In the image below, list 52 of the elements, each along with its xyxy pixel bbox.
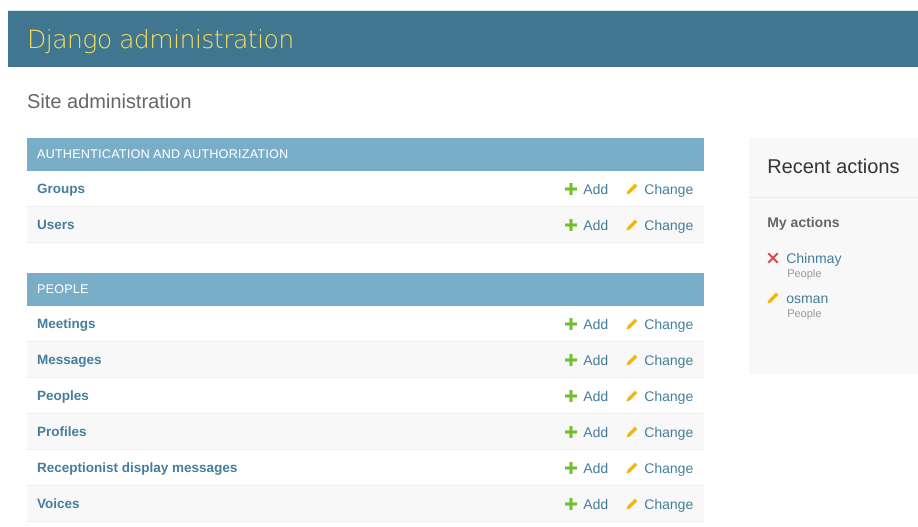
change-link[interactable]: Change xyxy=(626,352,694,368)
plus-icon xyxy=(565,354,578,366)
model-link[interactable]: Peoples xyxy=(37,388,566,403)
change-link[interactable]: Change xyxy=(626,216,694,232)
add-link[interactable]: Add xyxy=(565,352,608,368)
model-link[interactable]: Users xyxy=(37,217,566,232)
plus-icon xyxy=(565,498,578,510)
plus-icon xyxy=(565,218,578,230)
action-link[interactable]: osman xyxy=(767,290,900,306)
add-link[interactable]: Add xyxy=(565,388,608,404)
model-link[interactable]: Voices xyxy=(37,496,566,511)
model-link[interactable]: Meetings xyxy=(37,316,566,331)
model-link[interactable]: Messages xyxy=(37,352,566,367)
panel-title: Recent actions xyxy=(749,138,918,198)
module-caption[interactable]: AUTHENTICATION AND AUTHORIZATION xyxy=(27,138,704,171)
action-type: People xyxy=(787,308,822,320)
pencil-icon xyxy=(626,498,638,510)
change-link[interactable]: Change xyxy=(626,460,694,476)
pencil-icon xyxy=(626,182,638,194)
model-link[interactable]: Groups xyxy=(37,181,566,196)
pencil-icon xyxy=(767,292,780,304)
pencil-icon xyxy=(626,318,638,330)
add-link[interactable]: Add xyxy=(565,216,608,232)
change-link[interactable]: Change xyxy=(626,496,694,512)
page-title: Site administration xyxy=(27,91,193,114)
change-link[interactable]: Change xyxy=(626,316,694,332)
pencil-icon xyxy=(626,390,638,402)
change-link[interactable]: Change xyxy=(626,388,694,404)
action-link[interactable]: Chinmay xyxy=(767,250,900,266)
pencil-icon xyxy=(626,426,638,438)
action-type: People xyxy=(787,268,822,280)
add-link[interactable]: Add xyxy=(565,496,608,512)
plus-icon xyxy=(565,462,578,474)
plus-icon xyxy=(565,318,578,330)
plus-icon xyxy=(565,182,578,194)
panel-subtitle: My actions xyxy=(767,214,841,230)
plus-icon xyxy=(565,426,578,438)
add-link[interactable]: Add xyxy=(565,316,608,332)
pencil-icon xyxy=(626,354,638,366)
add-link[interactable]: Add xyxy=(565,424,608,440)
change-link[interactable]: Change xyxy=(626,424,694,440)
model-link[interactable]: Profiles xyxy=(37,424,566,439)
add-link[interactable]: Add xyxy=(565,460,608,476)
pencil-icon xyxy=(626,462,638,474)
add-link[interactable]: Add xyxy=(565,180,608,196)
module-caption[interactable]: PEOPLE xyxy=(27,273,704,306)
plus-icon xyxy=(565,390,578,402)
change-link[interactable]: Change xyxy=(626,180,694,196)
cross-icon xyxy=(767,252,780,264)
pencil-icon xyxy=(626,218,638,230)
site-title[interactable]: Django administration xyxy=(27,24,294,54)
model-link[interactable]: Receptionist display messages xyxy=(37,460,566,475)
